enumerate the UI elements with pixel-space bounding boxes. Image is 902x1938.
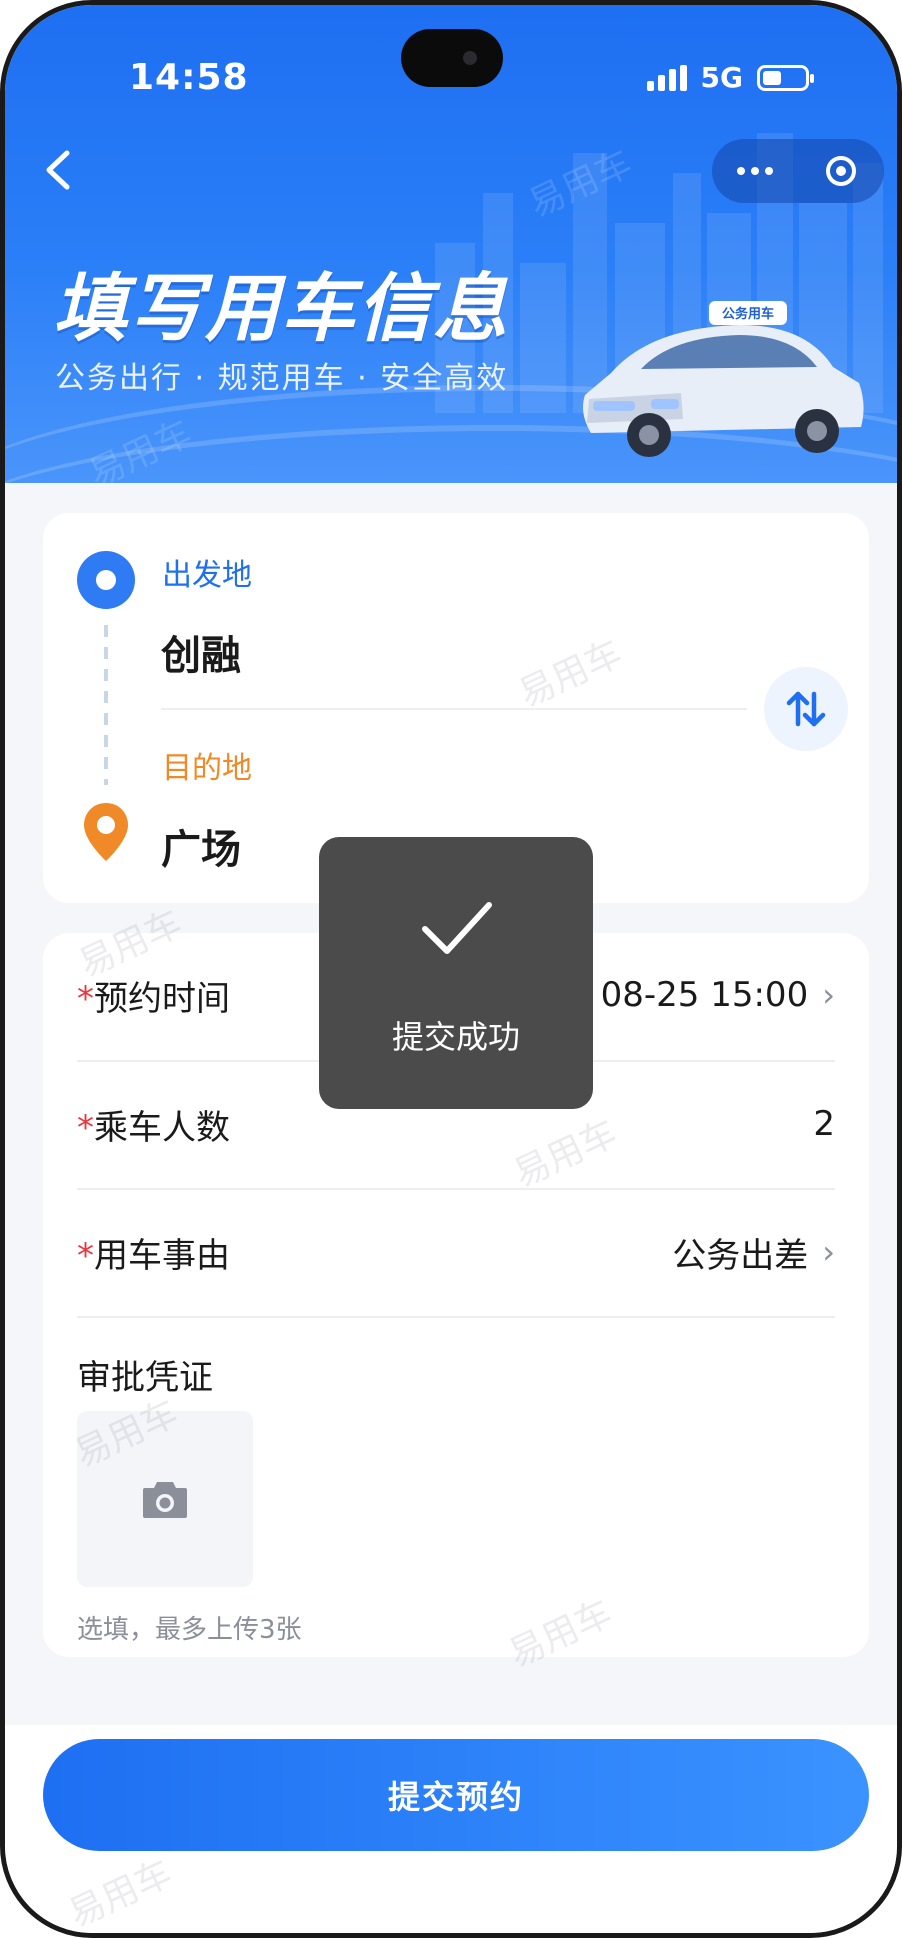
passengers-value: 2: [813, 1104, 835, 1144]
departure-field[interactable]: 创融: [161, 623, 241, 681]
camera-icon: [143, 1482, 187, 1518]
camera-notch: [401, 29, 503, 87]
reason-label-text: 用车事由: [94, 1235, 230, 1276]
required-mark: *: [77, 1235, 94, 1276]
page-subtitle: 公务出行 · 规范用车 · 安全高效: [55, 361, 509, 396]
upload-hint: 选填，最多上传3张: [77, 1615, 302, 1645]
toast-message: 提交成功: [391, 1018, 520, 1056]
reserve-time-label: *预约时间: [77, 971, 230, 1020]
chevron-left-icon: [46, 150, 70, 190]
destination-label: 目的地: [162, 751, 252, 786]
destination-field[interactable]: 广场: [161, 817, 241, 875]
route-dashed-line: [104, 625, 108, 785]
required-mark: *: [77, 978, 94, 1019]
phone-screen: 14:58 5G 填写用车信息 公务出行 · 规范用车 · 安全高效 公务用车: [0, 0, 902, 1938]
checkmark-icon: [422, 902, 492, 954]
car-roof-sign: 公务用车: [722, 306, 774, 322]
submit-booking-button[interactable]: 提交预约: [43, 1739, 869, 1851]
reason-label: *用车事由: [77, 1228, 230, 1277]
app-frame: 14:58 5G 填写用车信息 公务出行 · 规范用车 · 安全高效 公务用车: [0, 0, 902, 1938]
page-title: 填写用车信息: [53, 266, 509, 352]
close-mini-program-button[interactable]: [811, 149, 871, 193]
departure-label: 出发地: [162, 558, 252, 593]
reason-row[interactable]: *用车事由 公务出差 ›: [77, 1188, 835, 1316]
reserve-time-label-text: 预约时间: [94, 978, 230, 1019]
success-toast: 提交成功: [319, 837, 593, 1109]
signal-icon: [646, 64, 687, 91]
battery-icon: [757, 64, 814, 91]
swap-vertical-icon: [786, 691, 826, 727]
reason-value: 公务出差: [672, 1235, 809, 1276]
origin-dot-icon: [77, 551, 135, 609]
row-divider: [77, 1316, 835, 1318]
approval-label: 审批凭证: [77, 1358, 213, 1398]
route-divider: [161, 708, 747, 710]
status-icons: 5G: [646, 61, 814, 94]
status-time: 14:58: [129, 57, 249, 98]
back-button[interactable]: [39, 145, 79, 195]
upload-photo-button[interactable]: [77, 1411, 253, 1587]
chevron-right-icon: ›: [822, 976, 835, 1014]
mini-program-capsule: [712, 139, 884, 203]
reason-value-group: 公务出差 ›: [672, 1228, 835, 1277]
hero-banner: 14:58 5G 填写用车信息 公务出行 · 规范用车 · 安全高效 公务用车: [5, 5, 897, 483]
reserve-time-value-group: 08-25 15:00 ›: [601, 975, 835, 1015]
reserve-time-value: 08-25 15:00: [600, 975, 809, 1015]
passengers-label: *乘车人数: [77, 1100, 230, 1149]
more-dots-icon: [737, 167, 773, 175]
destination-pin-icon: [84, 803, 128, 861]
taxi-car-illustration: 公务用车: [583, 301, 864, 457]
passengers-label-text: 乘车人数: [94, 1107, 230, 1148]
network-label: 5G: [700, 61, 743, 94]
swap-route-button[interactable]: [764, 667, 848, 751]
more-button[interactable]: [725, 149, 785, 193]
required-mark: *: [77, 1107, 94, 1148]
target-circle-icon: [826, 156, 856, 186]
chevron-right-icon: ›: [822, 1233, 835, 1271]
